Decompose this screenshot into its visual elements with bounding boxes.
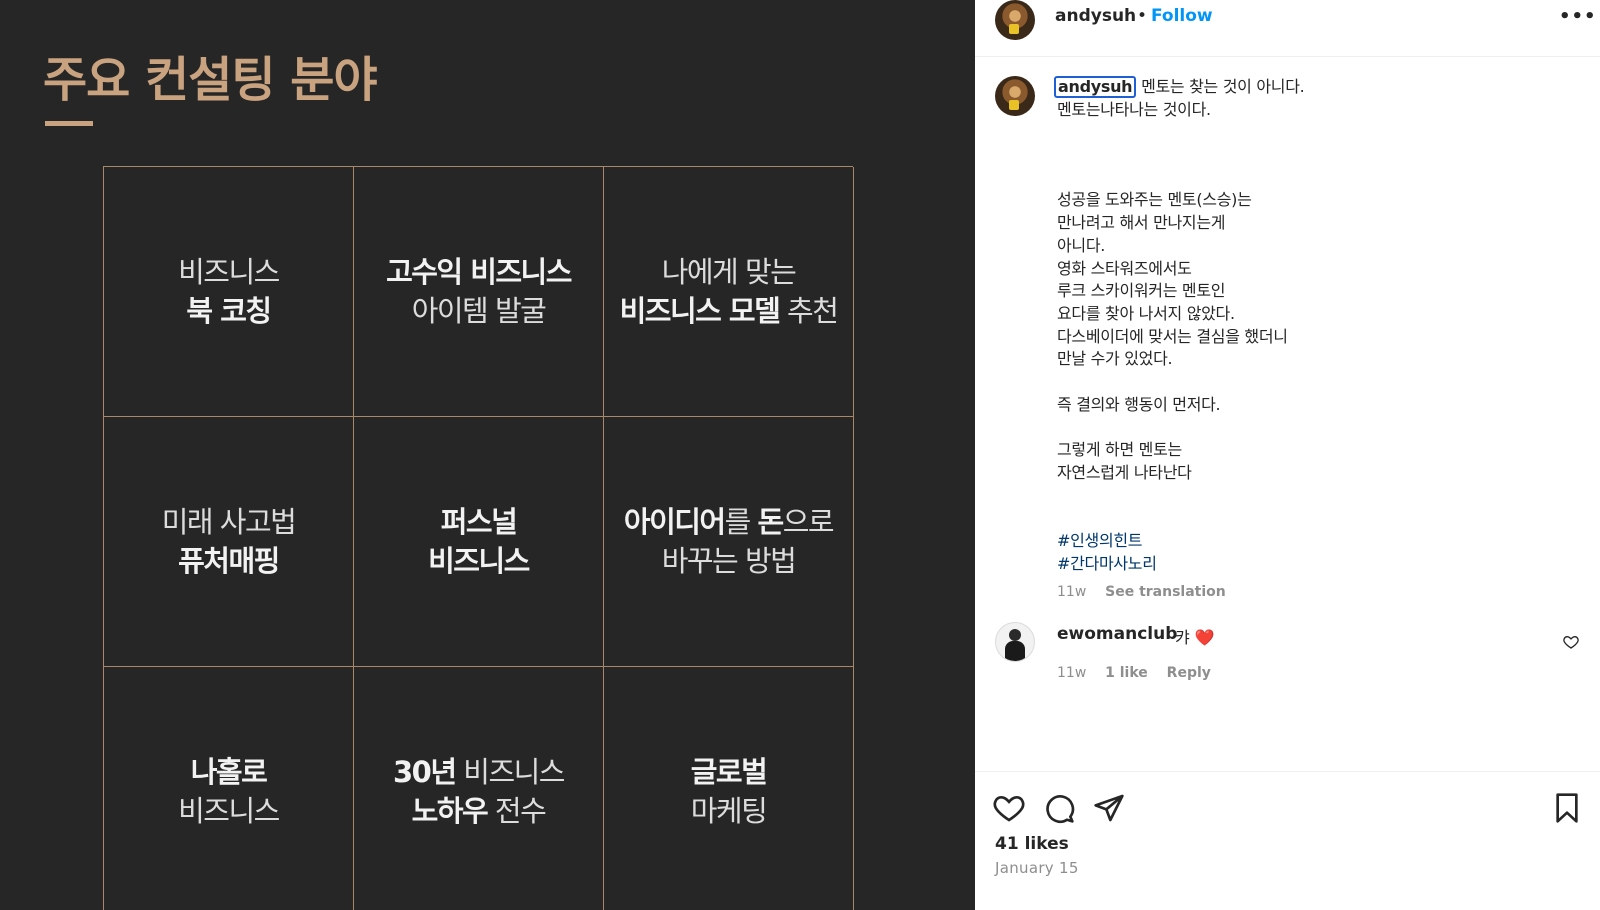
comment-time[interactable]: 11w [1057, 665, 1086, 681]
grid-cell: 나홀로 비즈니스 [104, 667, 354, 910]
bookmark-icon[interactable] [1551, 792, 1583, 824]
caption-line: 요다를 찾아 나서지 않았다. [1057, 303, 1235, 323]
grid-cell: 고수익 비즈니스 아이템 발굴 [354, 167, 604, 417]
avatar[interactable] [995, 76, 1035, 116]
cell-text: 전수 [487, 793, 547, 828]
caption-line [1057, 167, 1557, 190]
post-header: andysuh • Follow ••• [975, 0, 1600, 57]
caption-line: 자연스럽게 나타난다 [1057, 462, 1192, 482]
cell-text: 비즈니스 모델 [619, 293, 781, 328]
grid-cell: 나에게 맞는 비즈니스 모델 추천 [604, 167, 854, 417]
grid-cell: 아이디어를 돈으로 바꾸는 방법 [604, 417, 854, 667]
cell-text: 아이템 발굴 [411, 293, 547, 328]
cell-text: 으로 [782, 504, 835, 539]
cell-text: 를 [724, 504, 758, 539]
separator-dot: • [1137, 6, 1148, 26]
more-options-icon[interactable]: ••• [1559, 6, 1597, 27]
grid-cell: 비즈니스 북 코칭 [104, 167, 354, 417]
caption-line: 아니다. [1057, 235, 1106, 255]
caption-line [1057, 507, 1557, 530]
caption-line: 만나려고 해서 만나지는게 [1057, 213, 1226, 233]
grid-cell: 글로벌 마케팅 [604, 667, 854, 910]
caption-line: 멘토는 찾는 것이 아니다. [1141, 77, 1305, 96]
cell-text: 비즈니스 [178, 254, 280, 289]
cell-text: 퍼스널 [440, 504, 518, 539]
likes-count[interactable]: 41 likes [995, 834, 1069, 854]
like-comment-icon[interactable] [1563, 634, 1579, 650]
consulting-grid: 비즈니스 북 코칭 고수익 비즈니스 아이템 발굴 나에게 맞는 비즈니스 모델… [103, 166, 854, 910]
comment-icon[interactable] [1043, 792, 1075, 824]
cell-text: 북 코칭 [186, 293, 272, 328]
caption-time[interactable]: 11w [1057, 584, 1086, 600]
grid-cell: 30년 비즈니스 노하우 전수 [354, 667, 604, 910]
avatar[interactable] [995, 622, 1035, 662]
cell-text: 비즈니스 [455, 754, 565, 789]
post-image[interactable]: 주요 컨설팅 분야 비즈니스 북 코칭 고수익 비즈니스 아이템 발굴 나에게 … [0, 0, 975, 910]
see-translation-button[interactable]: See translation [1105, 584, 1226, 600]
caption-line: 멘토는나타나는 것이다. [1057, 99, 1211, 119]
grid-cell: 퍼스널 비즈니스 [354, 417, 604, 667]
caption-line: 영화 스타워즈에서도 [1057, 258, 1192, 278]
cell-text: 비즈니스 [178, 793, 280, 828]
header-username[interactable]: andysuh [1055, 6, 1136, 26]
caption-line [1057, 144, 1557, 167]
cell-text: 아이디어 [623, 504, 726, 539]
caption-meta: 11w See translation [1057, 584, 1240, 600]
comment-meta: 11w 1 like Reply [1057, 665, 1225, 681]
caption-line: 그렇게 하면 멘토는 [1057, 440, 1182, 460]
cell-text: 바꾸는 방법 [661, 543, 797, 578]
caption-line: 즉 결의와 행동이 먼저다. [1057, 394, 1221, 414]
hashtag-link[interactable]: #인생의힌트 [1057, 530, 1557, 553]
avatar[interactable] [995, 0, 1035, 40]
post-sidebar: andysuh • Follow ••• andysuh 멘토는 찾는 것이 아… [975, 0, 1600, 910]
cell-text: 퓨처매핑 [178, 543, 280, 578]
caption-line: 루크 스카이워커는 멘토인 [1057, 281, 1226, 301]
cell-text: 미래 사고법 [161, 504, 297, 539]
cell-text: 돈 [757, 504, 785, 539]
caption-line: 만날 수가 있었다. [1057, 349, 1173, 369]
caption-line [1057, 121, 1557, 144]
cell-text: 마케팅 [690, 793, 768, 828]
hashtag-link[interactable]: #간다마사노리 [1057, 553, 1557, 576]
caption-line: 다스베이더에 맞서는 결심을 했더니 [1057, 326, 1288, 346]
comment-username[interactable]: ewomanclub [1057, 624, 1177, 644]
cell-text: 노하우 [411, 793, 489, 828]
caption-line: 성공을 도와주는 멘토(스승)는 [1057, 190, 1252, 210]
caption-line [1057, 485, 1557, 508]
share-icon[interactable] [1093, 792, 1125, 824]
title-underline [45, 121, 93, 126]
grid-cell: 미래 사고법 퓨처매핑 [104, 417, 354, 667]
caption-line [1057, 416, 1557, 439]
slide-title: 주요 컨설팅 분야 [43, 52, 378, 108]
post-date: January 15 [995, 859, 1079, 877]
caption-line [1057, 371, 1557, 394]
cell-text: 글로벌 [690, 754, 768, 789]
like-icon[interactable] [993, 792, 1025, 824]
cell-text: 나에게 맞는 [661, 254, 797, 289]
caption-text: andysuh 멘토는 찾는 것이 아니다. 멘토는나타나는 것이다. 성공을 … [1054, 76, 1557, 576]
action-bar: 41 likes January 15 [975, 771, 1600, 910]
reply-button[interactable]: Reply [1167, 665, 1211, 681]
cell-text: 비즈니스 [428, 543, 530, 578]
cell-text: 30년 [393, 754, 457, 789]
cell-text: 추천 [779, 293, 839, 328]
follow-button[interactable]: Follow [1151, 6, 1213, 26]
cell-text: 고수익 비즈니스 [386, 254, 572, 289]
comment-likes[interactable]: 1 like [1105, 665, 1148, 681]
cell-text: 나홀로 [190, 754, 268, 789]
comment-text: 캬 ❤️ [1175, 628, 1215, 647]
caption-username[interactable]: andysuh [1054, 76, 1137, 98]
